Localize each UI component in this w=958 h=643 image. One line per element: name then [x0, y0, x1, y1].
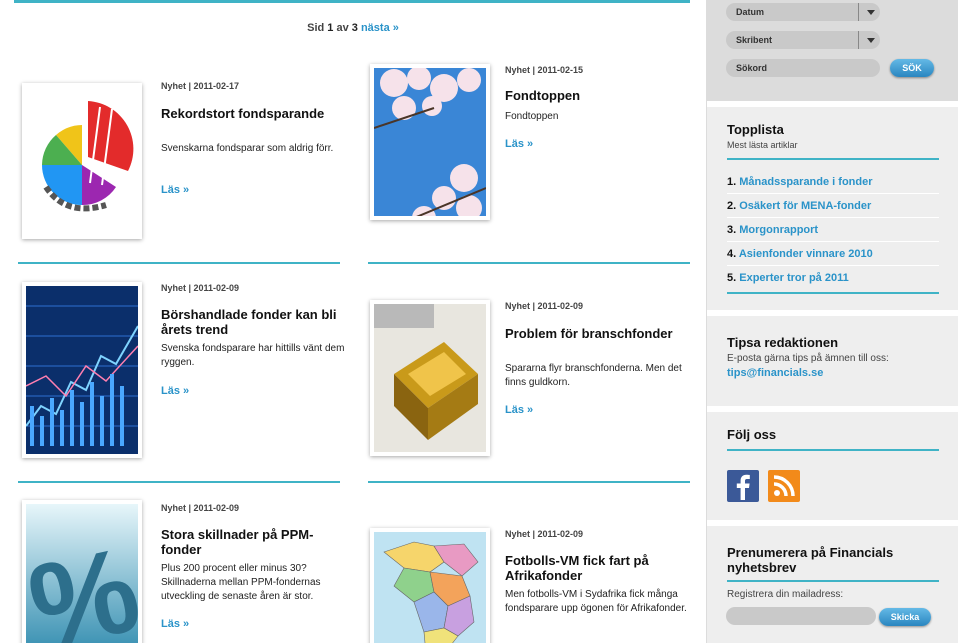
list-item[interactable]: 3. Morgonrapport: [727, 218, 939, 242]
article-meta: Nyhet | 2011-02-17: [161, 81, 240, 91]
article-image-pie-chart[interactable]: [22, 83, 142, 239]
list-item[interactable]: 4. Asienfonder vinnare 2010: [727, 242, 939, 266]
tips-text: E-posta gärna tips på ämnen till oss:: [727, 353, 889, 364]
chevron-down-icon: [858, 3, 880, 21]
article-description: Spararna flyr branschfonderna. Men det f…: [505, 363, 682, 388]
email-field[interactable]: [726, 607, 876, 625]
newsletter-panel: Prenumerera på Financials nyhetsbrev Reg…: [707, 520, 958, 643]
article-description: Plus 200 procent eller minus 30? Skillna…: [161, 563, 321, 602]
tips-title: Tipsa redaktionen: [727, 335, 839, 350]
toplist-divider: [727, 158, 939, 160]
article-meta: Nyhet | 2011-02-09: [505, 529, 584, 539]
article-divider: [18, 481, 340, 483]
read-more-link[interactable]: Läs »: [161, 184, 189, 196]
article-title[interactable]: Problem för branschfonder: [505, 326, 695, 341]
article-title[interactable]: Fotbolls-VM fick fart på Afrikafonder: [505, 553, 695, 583]
article-divider: [18, 262, 340, 264]
article-title[interactable]: Rekordstort fondsparande: [161, 106, 351, 121]
rss-icon[interactable]: [768, 470, 800, 502]
search-filters: Datum Skribent Sökord SÖK: [707, 0, 958, 101]
article-image-percent[interactable]: %: [22, 500, 142, 643]
article-image-stock-chart[interactable]: [22, 282, 142, 458]
article-image-gold-bar[interactable]: [370, 300, 490, 456]
article-title[interactable]: Stora skillnader på PPM-fonder: [161, 527, 351, 557]
follow-divider: [727, 449, 939, 451]
subscribe-button[interactable]: Skicka: [879, 608, 931, 626]
read-more-link[interactable]: Läs »: [161, 385, 189, 397]
article-image-cherry-blossom[interactable]: [370, 64, 490, 220]
article-description: Svenskarna fondsparar som aldrig förr.: [161, 143, 334, 154]
read-more-link[interactable]: Läs »: [505, 404, 533, 416]
facebook-icon[interactable]: [727, 470, 759, 502]
toplist-subtitle: Mest lästa artiklar: [727, 140, 798, 150]
svg-text:%: %: [26, 522, 138, 643]
top-divider: [14, 0, 690, 3]
writer-select-label: Skribent: [736, 35, 773, 45]
read-more-link[interactable]: Läs »: [505, 138, 533, 150]
newsletter-title-line2: nyhetsbrev: [727, 560, 797, 575]
article-description: Svenska fondsparare har hittills vänt de…: [161, 343, 345, 368]
article-title[interactable]: Börshandlade fonder kan bli årets trend: [161, 307, 351, 337]
pager-total: 3: [351, 22, 358, 34]
date-select-label: Datum: [736, 7, 765, 17]
main-content: Sid 1 av 3 nästa » Nyhet | 2011-02-17 Re…: [0, 0, 706, 643]
toplist-bottom-divider: [727, 292, 939, 294]
chevron-down-icon: [858, 31, 880, 49]
newsletter-divider: [727, 580, 939, 582]
toplist-list: 1. Månadssparande i fonder 2. Osäkert fö…: [727, 170, 939, 290]
article-divider: [368, 262, 690, 264]
list-item[interactable]: 5. Experter tror på 2011: [727, 266, 939, 290]
writer-select[interactable]: Skribent: [726, 31, 880, 49]
newsletter-title-line1: Prenumerera på Financials: [727, 545, 894, 560]
toplist-panel: Topplista Mest lästa artiklar 1. Månadss…: [707, 101, 958, 310]
pagination: Sid 1 av 3 nästa »: [0, 22, 706, 34]
article-description: Fondtoppen: [505, 111, 559, 122]
search-placeholder: Sökord: [736, 63, 768, 73]
pager-next-link[interactable]: nästa »: [361, 22, 399, 34]
article-meta: Nyhet | 2011-02-09: [161, 503, 240, 513]
pager-prefix: Sid: [307, 22, 328, 34]
article-title[interactable]: Fondtoppen: [505, 88, 695, 103]
read-more-link[interactable]: Läs »: [161, 618, 189, 630]
follow-title: Följ oss: [727, 427, 777, 442]
newsletter-label: Registrera din mailadress:: [727, 589, 844, 600]
sidebar: Datum Skribent Sökord SÖK Topplista Mest…: [706, 0, 958, 643]
article-meta: Nyhet | 2011-02-15: [505, 65, 584, 75]
tips-panel: Tipsa redaktionen E-posta gärna tips på …: [707, 310, 958, 406]
list-item[interactable]: 2. Osäkert för MENA-fonder: [727, 194, 939, 218]
follow-panel: Följ oss: [707, 406, 958, 520]
article-image-africa-map[interactable]: [370, 528, 490, 643]
article-divider: [368, 481, 690, 483]
article-meta: Nyhet | 2011-02-09: [161, 283, 240, 293]
article-description: Men fotbolls-VM i Sydafrika fick många f…: [505, 589, 687, 614]
search-button[interactable]: SÖK: [890, 59, 934, 77]
newsletter-title: Prenumerera på Financials nyhetsbrev: [727, 545, 893, 575]
date-select[interactable]: Datum: [726, 3, 880, 21]
search-input[interactable]: Sökord: [726, 59, 880, 77]
pager-middle: av: [333, 22, 352, 34]
list-item[interactable]: 1. Månadssparande i fonder: [727, 170, 939, 194]
tips-email-link[interactable]: tips@financials.se: [727, 367, 823, 379]
article-meta: Nyhet | 2011-02-09: [505, 301, 584, 311]
toplist-title: Topplista: [727, 122, 784, 137]
